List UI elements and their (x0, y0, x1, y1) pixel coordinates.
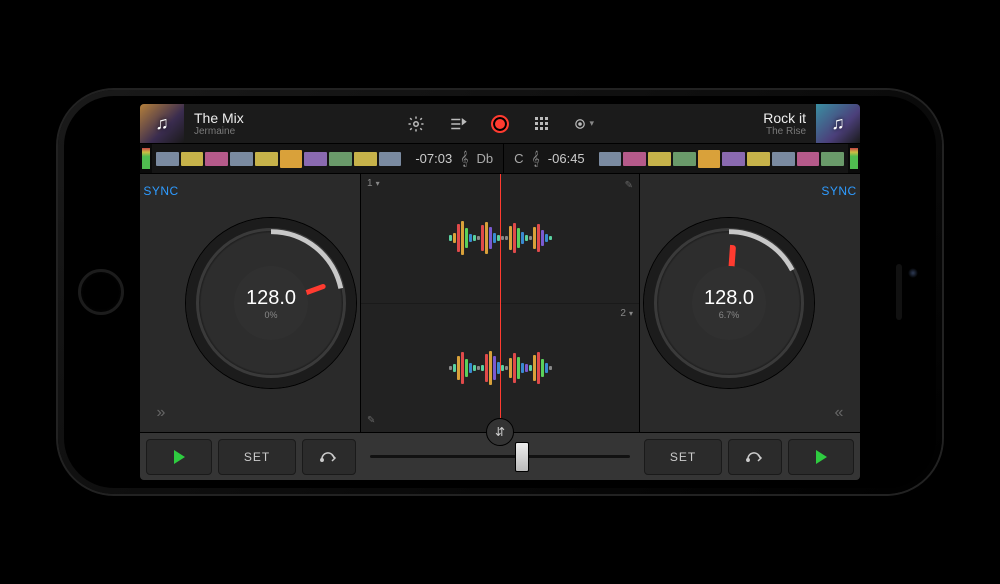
deck-b-time-key: -06:45 𝄞 C (504, 144, 595, 173)
deck-b-title: Rock it (606, 111, 806, 125)
waveform-mode-toggle[interactable]: ⇵ (486, 418, 514, 446)
deck-b-cue-jump-button[interactable] (728, 439, 782, 475)
deck-b-wave-label: 2▾ (620, 308, 633, 319)
deck-a-title: The Mix (194, 111, 394, 125)
deck-b-key: C (514, 151, 523, 166)
deck-b-artwork[interactable]: ♫ (816, 104, 860, 143)
deck-a-wave-label: 1▾ (367, 178, 380, 189)
deck-a-sync-button[interactable]: SYNC (143, 184, 178, 198)
deck-b-overview-wave[interactable] (595, 144, 848, 173)
deck-b: 128.0 6.7% (640, 174, 818, 432)
deck-a-cue-set-button[interactable]: SET (218, 439, 296, 475)
treble-clef-icon: 𝄞 (460, 150, 468, 167)
deck-a-track-info[interactable]: The Mix Jermaine (184, 104, 404, 143)
phone-frame: ♫ The Mix Jermaine ▾ Rock it The Rise ♫ (58, 90, 942, 494)
play-icon (816, 450, 827, 464)
deck-a-jogwheel[interactable]: 128.0 0% (186, 218, 356, 388)
deck-a-time-key: -07:03 𝄞 Db (405, 144, 503, 173)
deck-a-cue-jump-button[interactable] (302, 439, 356, 475)
deck-a: 128.0 0% (182, 174, 360, 432)
deck-b-play-button[interactable] (788, 439, 854, 475)
grid-icon[interactable] (532, 114, 552, 134)
music-note-icon: ♫ (816, 104, 860, 143)
deck-a-artist: Jermaine (194, 126, 394, 137)
deck-area: SYNC » 128.0 0% 1▾ ✎ (140, 174, 860, 432)
deck-b-time: -06:45 (548, 151, 585, 166)
crossfader-track (370, 455, 630, 458)
deck-b-jogwheel[interactable]: 128.0 6.7% (644, 218, 814, 388)
deck-b-track-info[interactable]: Rock it The Rise (596, 104, 816, 143)
settings-icon[interactable] (406, 114, 426, 134)
center-toolbar: ▾ (404, 104, 596, 143)
expand-left-icon[interactable]: » (157, 404, 166, 422)
expand-right-icon[interactable]: « (835, 404, 844, 422)
edit-icon[interactable]: ✎ (367, 415, 375, 426)
deck-a-bpm: 128.0 (246, 287, 296, 310)
deck-b-tempo-pct: 6.7% (719, 310, 740, 320)
queue-icon[interactable] (448, 114, 468, 134)
front-camera (908, 268, 918, 278)
deck-b-level-meter (848, 144, 860, 173)
crossfader-handle[interactable] (515, 442, 529, 472)
deck-a-key: Db (477, 151, 494, 166)
automix-icon[interactable]: ▾ (574, 114, 594, 134)
right-side-panel: SYNC « (818, 174, 860, 432)
top-bar: ♫ The Mix Jermaine ▾ Rock it The Rise ♫ (140, 104, 860, 144)
waveform-panel: 1▾ ✎ 2▾ ✎ ⇵ (360, 174, 640, 432)
playhead (500, 174, 501, 432)
deck-b-center: 128.0 6.7% (692, 266, 766, 340)
treble-clef-icon: 𝄞 (532, 150, 540, 167)
app-screen: ♫ The Mix Jermaine ▾ Rock it The Rise ♫ (140, 104, 860, 480)
edit-icon[interactable]: ✎ (625, 180, 633, 191)
info-strip: -07:03 𝄞 Db -06:45 𝄞 C (140, 144, 860, 174)
deck-a-play-button[interactable] (146, 439, 212, 475)
deck-a-overview-wave[interactable] (152, 144, 405, 173)
deck-a-tempo-pct: 0% (264, 310, 277, 320)
deck-a-level-meter (140, 144, 152, 173)
record-button[interactable] (490, 114, 510, 134)
deck-a-center: 128.0 0% (234, 266, 308, 340)
deck-b-artist: The Rise (606, 126, 806, 137)
home-button[interactable] (78, 269, 124, 315)
earpiece (896, 264, 902, 320)
deck-a-time: -07:03 (415, 151, 452, 166)
play-icon (174, 450, 185, 464)
deck-b-cue-set-button[interactable]: SET (644, 439, 722, 475)
deck-b-bpm: 128.0 (704, 287, 754, 310)
deck-a-artwork[interactable]: ♫ (140, 104, 184, 143)
deck-b-sync-button[interactable]: SYNC (821, 184, 856, 198)
left-side-panel: SYNC » (140, 174, 182, 432)
music-note-icon: ♫ (140, 104, 184, 143)
